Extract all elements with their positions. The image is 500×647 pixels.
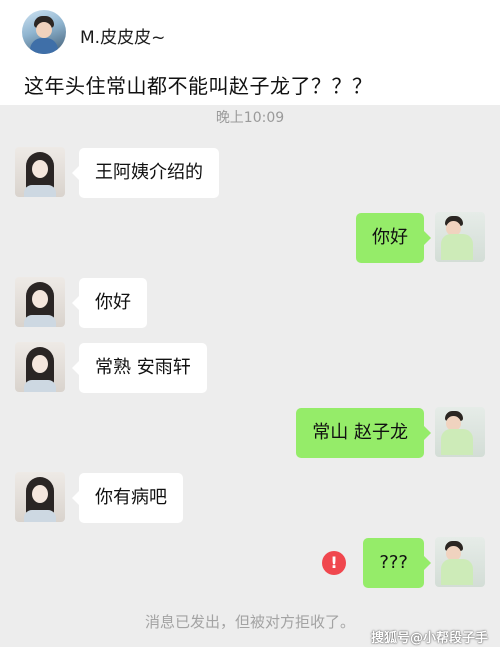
message-bubble-outgoing[interactable]: 你好	[356, 213, 431, 263]
avatar-face	[36, 22, 52, 38]
contact-avatar[interactable]	[15, 342, 65, 392]
message-bubble-incoming[interactable]: 常熟 安雨轩	[72, 343, 207, 393]
contact-avatar[interactable]	[15, 472, 65, 522]
avatar-top	[24, 380, 56, 392]
avatar-face	[32, 485, 48, 503]
avatar-shirt	[441, 234, 473, 260]
post-text: 这年头住常山都不能叫赵子龙了？？？	[24, 74, 373, 98]
author-name[interactable]: M.皮皮皮~	[80, 23, 165, 48]
contact-avatar[interactable]	[15, 277, 65, 327]
avatar-shirt	[441, 559, 473, 585]
avatar-shirt	[441, 429, 473, 455]
watermark: 搜狐号@小帮段子手	[370, 631, 488, 646]
message-bubble-incoming[interactable]: 王阿姨介绍的	[72, 148, 219, 198]
message-bubble-outgoing[interactable]: 常山 赵子龙	[296, 408, 431, 458]
contact-avatar[interactable]	[15, 147, 65, 197]
avatar-face	[32, 355, 48, 373]
chat-timestamp: 晚上10:09	[215, 110, 285, 126]
avatar-face	[32, 160, 48, 178]
chat-screenshot: 晚上10:09 王阿姨介绍的 你好 你好 常熟 安雨轩 常山 赵子龙 你有病吧 …	[0, 105, 500, 647]
self-avatar[interactable]	[435, 537, 485, 587]
message-bubble-outgoing[interactable]: ???	[363, 538, 431, 588]
exclamation-circle-icon[interactable]: !	[322, 551, 346, 575]
self-avatar[interactable]	[435, 407, 485, 457]
avatar-top	[24, 315, 56, 327]
avatar-top	[24, 510, 56, 522]
avatar-body	[30, 38, 58, 54]
self-avatar[interactable]	[435, 212, 485, 262]
avatar-face	[32, 290, 48, 308]
avatar-top	[24, 185, 56, 197]
author-avatar[interactable]	[22, 10, 66, 54]
post-header: M.皮皮皮~ 这年头住常山都不能叫赵子龙了？？？	[0, 0, 500, 105]
message-bubble-incoming[interactable]: 你好	[72, 278, 147, 328]
message-bubble-incoming[interactable]: 你有病吧	[72, 473, 183, 523]
